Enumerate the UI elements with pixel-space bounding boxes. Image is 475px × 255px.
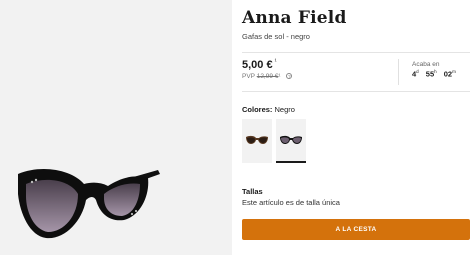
sizes-label: Tallas [242,187,263,196]
product-details: Anna Field Gafas de sol - negro 5,00 € ¹ … [242,0,470,255]
countdown-timer: 4d 55h 02m [412,69,461,79]
size-info: Este artículo es de talla única [242,198,340,207]
timer-minutes: 02 [443,69,453,79]
add-to-cart-button[interactable]: A LA CESTA [242,219,470,240]
product-name: Gafas de sol - negro [242,32,310,41]
timer-hours: 55 [425,69,435,79]
sunglasses-image [18,169,160,239]
pvp-old-price: 12,99 € [256,73,279,80]
price-divider [398,59,399,85]
price-value: 5,00 € [242,59,273,71]
product-image-panel[interactable] [0,0,232,255]
pvp-price: PVP 12,99 €¹ ? [242,73,293,80]
timer-minutes-unit: m [452,69,456,74]
product-brand[interactable]: Anna Field [242,8,347,28]
price-box: 5,00 € ¹ PVP 12,99 €¹ ? Acaba en 4d 55h 0… [242,52,470,92]
timer-days-unit: d [416,69,419,74]
sunglasses-thumb-icon [246,135,268,144]
color-swatch-tortoise[interactable] [242,119,272,163]
sunglasses-thumb-icon [280,135,302,144]
colors-label-title: Colores: [242,105,273,114]
info-icon[interactable]: ? [286,73,293,80]
colors-label: Colores: Negro [242,105,295,114]
price-footnote: ¹ [274,59,277,65]
selected-color: Negro [274,105,295,114]
pvp-label: PVP [242,73,255,80]
timer-hours-unit: h [434,69,437,74]
color-swatch-black[interactable] [276,119,306,163]
countdown-label: Acaba en [412,61,440,68]
current-price: 5,00 € ¹ [242,59,277,71]
pvp-footnote: ¹ [278,73,281,80]
